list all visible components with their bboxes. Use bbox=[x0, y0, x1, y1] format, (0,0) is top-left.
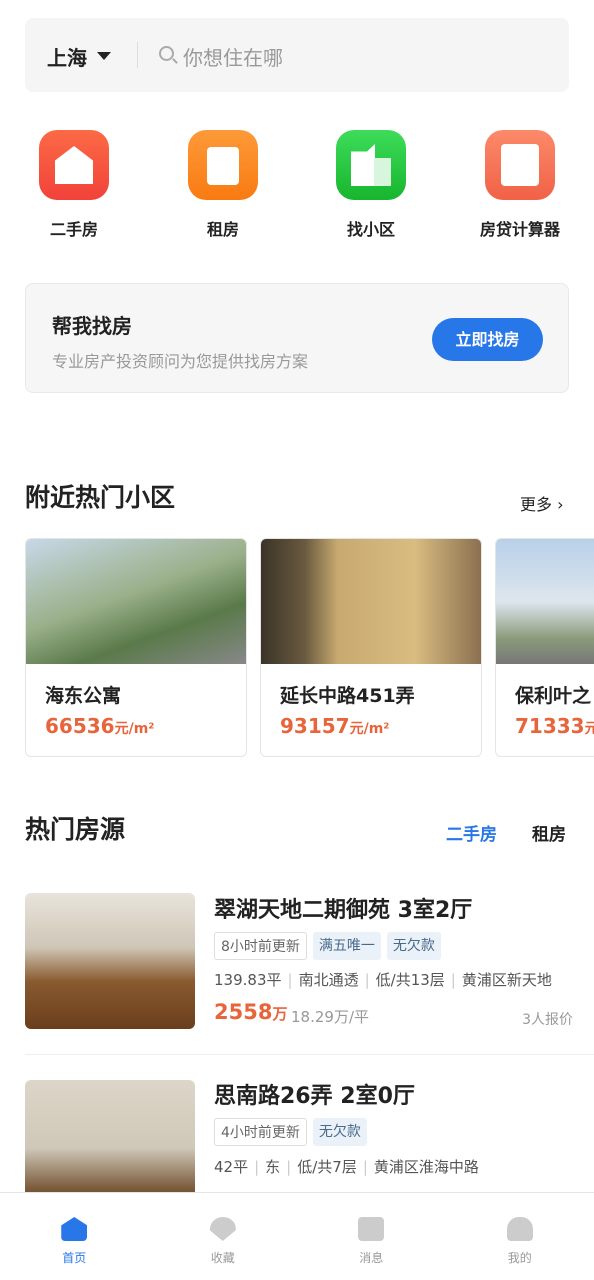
listing-info: 139.83平 | 南北通透 | 低/共13层 | 黄浦区新天地 bbox=[214, 971, 552, 989]
tag: 8小时前更新 bbox=[214, 932, 307, 960]
divider bbox=[137, 42, 138, 68]
building-icon bbox=[336, 130, 406, 200]
community-price: 66536元/m² bbox=[45, 714, 154, 738]
price-unit: 元/m² bbox=[349, 721, 390, 737]
category-mortgage-calculator[interactable]: 房贷计算器 bbox=[460, 130, 580, 240]
search-bar[interactable]: 上海 你想住在哪 bbox=[25, 18, 569, 92]
category-community[interactable]: 找小区 bbox=[311, 130, 431, 240]
home-icon bbox=[61, 1217, 88, 1241]
listing-title: 翠湖天地二期御苑 3室2厅 bbox=[214, 898, 473, 923]
community-card[interactable]: 保利叶之 71333元 bbox=[495, 538, 594, 757]
price-unit: 元 bbox=[585, 721, 594, 737]
more-label: 更多 bbox=[520, 495, 553, 514]
heart-icon bbox=[209, 1217, 236, 1241]
price-value: 93157 bbox=[280, 714, 350, 738]
category-label: 二手房 bbox=[49, 220, 98, 239]
divider bbox=[25, 1054, 594, 1055]
bottom-nav: 首页 收藏 消息 我的 bbox=[0, 1192, 594, 1280]
price-value: 66536 bbox=[45, 714, 115, 738]
community-name: 海东公寓 bbox=[45, 685, 122, 707]
house-icon bbox=[39, 130, 109, 200]
section-title-hot: 热门房源 bbox=[25, 815, 126, 844]
listing-info: 42平 | 东 | 低/共7层 | 黄浦区淮海中路 bbox=[214, 1158, 479, 1176]
tag: 满五唯一 bbox=[312, 932, 381, 960]
banner-title: 帮我找房 bbox=[52, 314, 132, 338]
section-title-nearby: 附近热门小区 bbox=[25, 483, 176, 512]
quote-count: 3人报价 bbox=[522, 1012, 573, 1028]
suitcase-icon bbox=[188, 130, 258, 200]
community-name: 保利叶之 bbox=[515, 685, 592, 707]
unit-price: 18.29万/平 bbox=[291, 1008, 369, 1026]
listing-tags: 4小时前更新 无欠款 bbox=[214, 1118, 367, 1146]
caret-down-icon[interactable] bbox=[97, 52, 111, 60]
user-icon bbox=[506, 1217, 533, 1241]
nav-messages[interactable]: 消息 bbox=[297, 1193, 446, 1280]
tab-rent[interactable]: 租房 bbox=[532, 820, 566, 845]
tag: 4小时前更新 bbox=[214, 1118, 307, 1146]
tab-secondhand[interactable]: 二手房 bbox=[446, 820, 497, 845]
more-link[interactable]: 更多 › bbox=[520, 491, 564, 515]
chevron-right-icon: › bbox=[557, 495, 564, 514]
calculator-icon bbox=[485, 130, 555, 200]
category-label: 找小区 bbox=[346, 220, 395, 239]
price-unit: 元/m² bbox=[114, 721, 155, 737]
category-rent[interactable]: 租房 bbox=[163, 130, 283, 240]
listing-photo bbox=[25, 893, 195, 1029]
category-label: 房贷计算器 bbox=[479, 220, 560, 239]
community-price: 71333元 bbox=[515, 714, 594, 738]
tag: 无欠款 bbox=[386, 932, 441, 960]
community-photo bbox=[261, 539, 481, 664]
banner-subtitle: 专业房产投资顾问为您提供找房方案 bbox=[52, 352, 309, 371]
community-name: 延长中路451弄 bbox=[280, 685, 415, 707]
city-selector[interactable]: 上海 bbox=[47, 42, 87, 71]
community-price: 93157元/m² bbox=[280, 714, 389, 738]
tag: 无欠款 bbox=[312, 1118, 367, 1146]
message-icon bbox=[358, 1217, 385, 1241]
find-now-button[interactable]: 立即找房 bbox=[432, 318, 543, 361]
listing-title: 思南路26弄 2室0厅 bbox=[214, 1084, 415, 1109]
search-icon bbox=[159, 46, 174, 61]
find-home-banner: 帮我找房 专业房产投资顾问为您提供找房方案 立即找房 bbox=[25, 283, 569, 393]
price-value: 71333 bbox=[515, 714, 585, 738]
community-card[interactable]: 海东公寓 66536元/m² bbox=[25, 538, 247, 757]
listing-price: 2558万 bbox=[214, 1000, 288, 1024]
listing-tags: 8小时前更新 满五唯一 无欠款 bbox=[214, 932, 441, 960]
nav-favorites[interactable]: 收藏 bbox=[149, 1193, 298, 1280]
nav-profile[interactable]: 我的 bbox=[446, 1193, 594, 1280]
community-photo bbox=[26, 539, 246, 664]
search-input[interactable]: 你想住在哪 bbox=[183, 42, 283, 71]
community-photo bbox=[496, 539, 594, 664]
category-label: 租房 bbox=[206, 220, 239, 239]
community-card[interactable]: 延长中路451弄 93157元/m² bbox=[260, 538, 482, 757]
category-secondhand[interactable]: 二手房 bbox=[14, 130, 134, 240]
nav-home[interactable]: 首页 bbox=[0, 1193, 149, 1280]
